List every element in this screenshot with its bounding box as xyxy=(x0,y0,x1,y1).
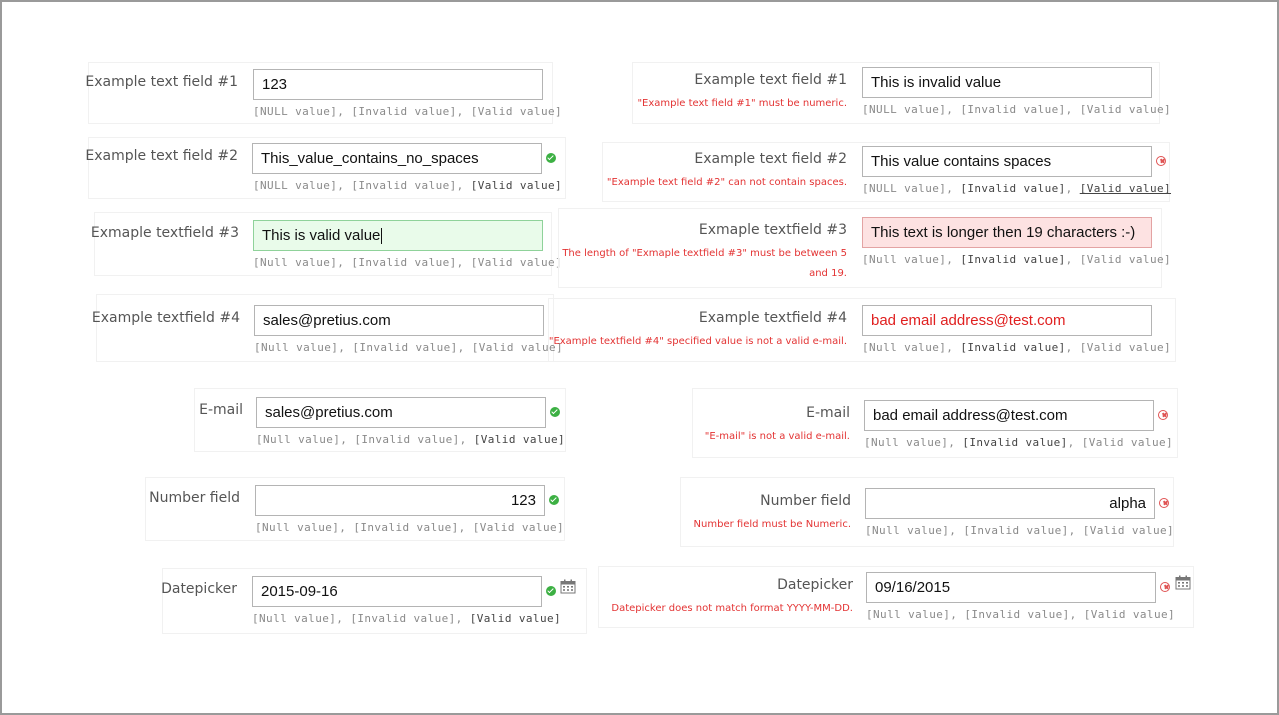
calendar-icon[interactable] xyxy=(560,579,576,594)
text-input-field1[interactable]: 123 xyxy=(253,69,543,100)
quick-links: [NULL value], [Invalid value], [Valid va… xyxy=(862,103,1172,116)
error-message: "Example text field #2" can not contain … xyxy=(606,177,847,188)
quick-links: [Null value], [Invalid value], [Valid va… xyxy=(864,436,1174,449)
number-input[interactable]: 123 xyxy=(255,485,545,516)
null-value-link[interactable]: [Null value] xyxy=(256,433,340,446)
valid-value-link[interactable]: [Valid value] xyxy=(1082,436,1173,449)
error-message: "Example textfield #4" specified value i… xyxy=(548,336,847,347)
field-label: Datepicker xyxy=(777,577,853,593)
field-label: Example text field #2 xyxy=(694,151,847,167)
null-value-link[interactable]: [NULL value] xyxy=(862,182,946,195)
text-input-field2[interactable]: This_value_contains_no_spaces xyxy=(252,143,542,174)
text-input-field1[interactable]: This is invalid value xyxy=(862,67,1152,98)
valid-value-link[interactable]: [Valid value] xyxy=(1080,182,1171,195)
number-input[interactable]: alpha xyxy=(865,488,1155,519)
quick-links: [NULL value], [Invalid value], [Valid va… xyxy=(862,182,1172,195)
text-input-field2[interactable]: This value contains spaces xyxy=(862,146,1152,177)
error-message: Datepicker does not match format YYYY-MM… xyxy=(611,603,853,614)
null-value-link[interactable]: [Null value] xyxy=(254,341,338,354)
text-input-field3[interactable]: This text is longer then 19 characters :… xyxy=(862,217,1152,248)
error-message: Number field must be Numeric. xyxy=(693,519,851,530)
quick-links: [Null value], [Invalid value], [Valid va… xyxy=(865,524,1175,537)
valid-check-icon xyxy=(550,407,560,417)
text-input-field3[interactable]: This is valid value xyxy=(253,220,543,251)
field-label: Example textfield #4 xyxy=(91,310,240,326)
invalid-value-link[interactable]: [Invalid value] xyxy=(963,524,1068,537)
field-label: Exmaple textfield #3 xyxy=(90,225,239,241)
text-cursor xyxy=(381,228,383,245)
quick-links: [Null value], [Invalid value], [Valid va… xyxy=(862,341,1172,354)
quick-links: [Null value], [Invalid value], [Valid va… xyxy=(862,253,1172,266)
null-value-link[interactable]: [Null value] xyxy=(865,524,949,537)
email-input[interactable]: sales@pretius.com xyxy=(256,397,546,428)
null-value-link[interactable]: [Null value] xyxy=(252,612,336,625)
invalid-value-link[interactable]: [Invalid value] xyxy=(960,103,1065,116)
error-message: "Example text field #1" must be numeric. xyxy=(637,98,847,109)
invalid-x-icon xyxy=(1158,410,1168,420)
valid-check-icon xyxy=(546,153,556,163)
invalid-value-link[interactable]: [Invalid value] xyxy=(352,341,457,354)
valid-value-link[interactable]: [Valid value] xyxy=(1083,524,1174,537)
invalid-value-link[interactable]: [Invalid value] xyxy=(351,179,456,192)
quick-links: [Null value], [Invalid value], [Valid va… xyxy=(254,341,564,354)
valid-check-icon xyxy=(546,586,556,596)
null-value-link[interactable]: [NULL value] xyxy=(862,103,946,116)
invalid-value-link[interactable]: [Invalid value] xyxy=(960,341,1065,354)
email-input[interactable]: bad email address@test.com xyxy=(864,400,1154,431)
valid-value-link[interactable]: [Valid value] xyxy=(1080,253,1171,266)
invalid-value-link[interactable]: [Invalid value] xyxy=(353,521,458,534)
quick-links: [Null value], [Invalid value], [Valid va… xyxy=(256,433,566,446)
field-label: Example textfield #4 xyxy=(698,310,847,326)
quick-links: [NULL value], [Invalid value], [Valid va… xyxy=(253,179,563,192)
page-frame: Example text field #1 123 [NULL value], … xyxy=(0,0,1279,715)
invalid-value-link[interactable]: [Invalid value] xyxy=(354,433,459,446)
null-value-link[interactable]: [Null value] xyxy=(866,608,950,621)
quick-links: [Null value], [Invalid value], [Valid va… xyxy=(255,521,565,534)
null-value-link[interactable]: [Null value] xyxy=(862,253,946,266)
error-message: "E-mail" is not a valid e-mail. xyxy=(704,431,850,442)
valid-value-link[interactable]: [Valid value] xyxy=(1080,103,1171,116)
invalid-x-icon xyxy=(1159,498,1169,508)
error-message: The length of "Exmaple textfield #3" mus… xyxy=(562,248,847,279)
date-input[interactable]: 2015-09-16 xyxy=(252,576,542,607)
quick-links: [Null value], [Invalid value], [Valid va… xyxy=(252,612,562,625)
field-label: Number field xyxy=(149,490,240,506)
invalid-value-link[interactable]: [Invalid value] xyxy=(960,182,1065,195)
field-label: E-mail xyxy=(199,402,243,418)
null-value-link[interactable]: [Null value] xyxy=(253,256,337,269)
invalid-value-link[interactable]: [Invalid value] xyxy=(351,256,456,269)
null-value-link[interactable]: [Null value] xyxy=(255,521,339,534)
quick-links: [Null value], [Invalid value], [Valid va… xyxy=(866,608,1176,621)
field-label: Number field xyxy=(760,493,851,509)
null-value-link[interactable]: [NULL value] xyxy=(253,179,337,192)
valid-value-link[interactable]: [Valid value] xyxy=(1080,341,1171,354)
invalid-value-link[interactable]: [Invalid value] xyxy=(964,608,1069,621)
null-value-link[interactable]: [Null value] xyxy=(864,436,948,449)
field-label: Example text field #1 xyxy=(694,72,847,88)
invalid-value-link[interactable]: [Invalid value] xyxy=(351,105,456,118)
invalid-value-link[interactable]: [Invalid value] xyxy=(962,436,1067,449)
text-input-field4[interactable]: sales@pretius.com xyxy=(254,305,544,336)
field-label: E-mail xyxy=(806,405,850,421)
date-input[interactable]: 09/16/2015 xyxy=(866,572,1156,603)
field-label: Exmaple textfield #3 xyxy=(698,222,847,238)
field-label: Datepicker xyxy=(161,581,237,597)
quick-links: [Null value], [Invalid value], [Valid va… xyxy=(253,256,563,269)
field-label: Example text field #1 xyxy=(85,74,238,90)
invalid-value-link[interactable]: [Invalid value] xyxy=(960,253,1065,266)
invalid-x-icon xyxy=(1160,582,1170,592)
text-input-field4[interactable]: bad email address@test.com xyxy=(862,305,1152,336)
calendar-icon[interactable] xyxy=(1175,575,1191,590)
quick-links: [NULL value], [Invalid value], [Valid va… xyxy=(253,105,563,118)
invalid-x-icon xyxy=(1156,156,1166,166)
field-label: Example text field #2 xyxy=(85,148,238,164)
valid-value-link[interactable]: [Valid value] xyxy=(1084,608,1175,621)
valid-check-icon xyxy=(549,495,559,505)
null-value-link[interactable]: [Null value] xyxy=(862,341,946,354)
null-value-link[interactable]: [NULL value] xyxy=(253,105,337,118)
invalid-value-link[interactable]: [Invalid value] xyxy=(350,612,455,625)
